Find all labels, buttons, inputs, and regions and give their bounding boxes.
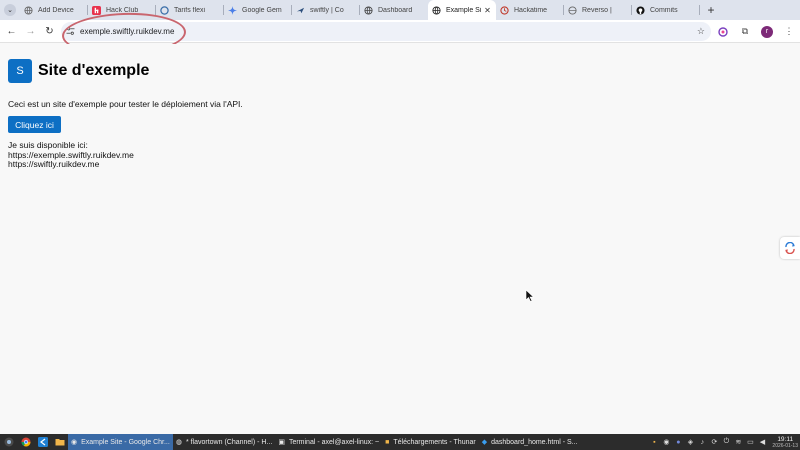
gemini-icon bbox=[228, 5, 237, 15]
availability-block: Je suis disponible ici: https://exemple.… bbox=[8, 140, 134, 170]
taskbar-item-thunar[interactable]: ■ Téléchargements - Thunar bbox=[382, 434, 479, 450]
reload-icon: ↻ bbox=[45, 25, 54, 37]
chrome-launcher-icon[interactable] bbox=[19, 436, 32, 449]
new-tab-button[interactable]: + bbox=[702, 0, 720, 20]
tray-bell-icon[interactable]: ♪ bbox=[696, 434, 708, 450]
arrow-right-icon: → bbox=[25, 25, 36, 37]
toolbar-actions: ⧉ r ⋮ bbox=[712, 20, 800, 43]
system-tray: ▪ ◉ ● ◈ ♪ ⟳ ⏻ ≋ ▭ ◀ 19:11 2026-01-13 bbox=[648, 434, 800, 450]
page-content: S Site d'exemple Ceci est un site d'exem… bbox=[0, 44, 800, 434]
vscode-icon: ◆ bbox=[481, 439, 488, 446]
menu-kebab-icon[interactable]: ⋮ bbox=[778, 20, 800, 43]
tab-title: Commits bbox=[650, 6, 678, 14]
tab-swiftly[interactable]: swiftly | Co bbox=[292, 0, 360, 20]
tray-battery-icon[interactable]: ▭ bbox=[744, 434, 756, 450]
tab-dashboard[interactable]: Dashboard bbox=[360, 0, 428, 20]
globe-icon bbox=[364, 5, 373, 15]
terminal-icon: ▣ bbox=[278, 439, 285, 446]
taskbar-item-label: Example Site - Google Chr... bbox=[81, 438, 170, 446]
tray-chrome-icon[interactable]: ◉ bbox=[660, 434, 672, 450]
taskbar-item-slack[interactable]: ◍ * flavortown (Channel) - H... bbox=[173, 434, 275, 450]
close-tab-icon[interactable]: ✕ bbox=[483, 6, 492, 15]
extension-icon[interactable] bbox=[712, 20, 734, 43]
tab-reverso[interactable]: Reverso | bbox=[564, 0, 632, 20]
clock-time: 19:11 bbox=[777, 435, 794, 443]
page-title: Site d'exemple bbox=[38, 62, 150, 79]
tab-add-device[interactable]: Add Device bbox=[20, 0, 88, 20]
tab-hackatime[interactable]: Hackatime bbox=[496, 0, 564, 20]
back-button[interactable]: ← bbox=[2, 22, 21, 41]
clock-date: 2026-01-13 bbox=[772, 442, 798, 449]
mouse-cursor-icon bbox=[525, 289, 535, 302]
taskbar-item-terminal[interactable]: ▣ Terminal - axel@axel-linux: ~ bbox=[275, 434, 382, 450]
taskbar-item-label: * flavortown (Channel) - H... bbox=[185, 438, 273, 446]
address-bar[interactable]: exemple.swiftly.ruikdev.me ☆ bbox=[61, 22, 711, 41]
reverso-icon bbox=[568, 5, 577, 15]
page-description: Ceci est un site d'exemple pour tester l… bbox=[8, 99, 243, 109]
tab-title: Tarifs flexi bbox=[174, 6, 206, 14]
github-icon bbox=[636, 5, 645, 15]
translate-icon bbox=[785, 242, 795, 254]
flexi-icon bbox=[160, 5, 169, 15]
bookmark-star-icon[interactable]: ☆ bbox=[697, 26, 705, 37]
tab-commits[interactable]: Commits bbox=[632, 0, 700, 20]
folder-icon: ■ bbox=[385, 438, 390, 446]
tab-title: Dashboard bbox=[378, 6, 413, 14]
tab-hack-club[interactable]: Hack Club bbox=[88, 0, 156, 20]
forward-button[interactable]: → bbox=[21, 22, 40, 41]
site-logo: S bbox=[8, 59, 32, 83]
tab-tarifs-flexi[interactable]: Tarifs flexi bbox=[156, 0, 224, 20]
arrow-left-icon: ← bbox=[6, 25, 17, 37]
tray-sync-icon[interactable]: ⟳ bbox=[708, 434, 720, 450]
taskbar-item-vscode[interactable]: ◆ dashboard_home.html - S... bbox=[479, 434, 581, 450]
click-here-button[interactable]: Cliquez ici bbox=[8, 116, 61, 133]
tray-discord-icon[interactable]: ● bbox=[672, 434, 684, 450]
taskbar-item-label: Téléchargements - Thunar bbox=[393, 438, 476, 446]
tab-title: Google Gem bbox=[242, 6, 282, 14]
tab-example-site[interactable]: Example Si ✕ bbox=[428, 0, 496, 20]
tab-search-button[interactable]: ⌄ bbox=[0, 0, 20, 20]
tab-title: Reverso | bbox=[582, 6, 612, 14]
files-launcher-icon[interactable] bbox=[53, 436, 66, 449]
slack-icon: ◍ bbox=[175, 439, 182, 446]
reload-button[interactable]: ↻ bbox=[40, 22, 59, 41]
os-taskbar: ◉ Example Site - Google Chr... ◍ * flavo… bbox=[0, 434, 800, 450]
chrome-icon: ◉ bbox=[71, 439, 78, 446]
tab-title: Example Si bbox=[446, 6, 482, 14]
hackatime-icon bbox=[500, 5, 509, 15]
taskbar-item-label: dashboard_home.html - S... bbox=[491, 438, 578, 446]
app-menu-icon[interactable] bbox=[2, 436, 15, 449]
tab-strip: ⌄ Add Device Hack Club Tarifs flexi Goog… bbox=[0, 0, 800, 20]
url-text: exemple.swiftly.ruikdev.me bbox=[80, 27, 175, 36]
avatar: r bbox=[761, 25, 773, 38]
tab-title: Add Device bbox=[38, 6, 74, 14]
clock[interactable]: 19:11 2026-01-13 bbox=[772, 436, 798, 449]
tray-wifi-icon[interactable]: ≋ bbox=[732, 434, 744, 450]
plus-icon: + bbox=[707, 3, 715, 17]
taskbar-item-label: Terminal - axel@axel-linux: ~ bbox=[288, 438, 380, 446]
link-swiftly: https://swiftly.ruikdev.me bbox=[8, 159, 100, 169]
tray-shield-icon[interactable]: ◈ bbox=[684, 434, 696, 450]
globe-icon bbox=[432, 5, 441, 15]
site-info-icon[interactable] bbox=[63, 26, 77, 37]
tray-app-icon[interactable]: ▪ bbox=[648, 434, 660, 450]
swiftly-icon bbox=[296, 6, 305, 15]
globe-icon bbox=[24, 5, 33, 15]
browser-toolbar: ← → ↻ exemple.swiftly.ruikdev.me ☆ ⧉ r ⋮ bbox=[0, 20, 800, 43]
side-translate-widget[interactable] bbox=[780, 237, 800, 259]
vscode-launcher-icon[interactable] bbox=[36, 436, 49, 449]
tab-title: Hackatime bbox=[514, 6, 548, 14]
taskbar-item-chrome[interactable]: ◉ Example Site - Google Chr... bbox=[68, 434, 173, 450]
extensions-puzzle-icon[interactable]: ⧉ bbox=[734, 20, 756, 43]
tab-title: swiftly | Co bbox=[310, 6, 344, 14]
hackclub-icon bbox=[92, 5, 101, 15]
tray-volume-icon[interactable]: ◀ bbox=[756, 434, 768, 450]
tray-power-icon[interactable]: ⏻ bbox=[720, 434, 732, 450]
profile-button[interactable]: r bbox=[756, 20, 778, 43]
tab-title: Hack Club bbox=[106, 6, 139, 14]
chevron-down-icon: ⌄ bbox=[4, 4, 16, 16]
tab-google-gemini[interactable]: Google Gem bbox=[224, 0, 292, 20]
site-header: S Site d'exemple bbox=[8, 59, 149, 83]
